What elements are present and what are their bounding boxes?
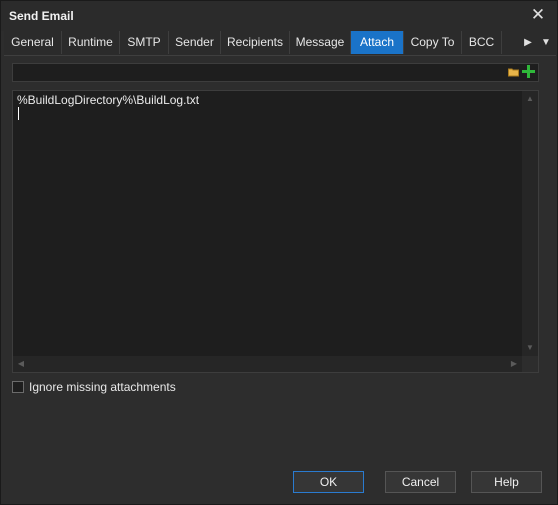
tab-scroll-right-icon[interactable]: ▶ xyxy=(521,31,535,54)
ignore-missing-checkbox[interactable] xyxy=(12,381,24,393)
tab-smtp[interactable]: SMTP xyxy=(120,31,169,54)
attachments-list-textarea[interactable]: %BuildLogDirectory%\BuildLog.txt ▲ ▼ ◀ ▶ xyxy=(12,90,539,373)
scroll-right-icon[interactable]: ▶ xyxy=(506,356,522,372)
vertical-scrollbar[interactable]: ▲ ▼ xyxy=(522,91,538,356)
tab-strip: General Runtime SMTP Sender Recipients M… xyxy=(4,31,556,56)
path-actions xyxy=(508,65,535,81)
scroll-up-icon[interactable]: ▲ xyxy=(522,91,538,107)
tab-attach[interactable]: Attach xyxy=(351,31,404,54)
tab-sender[interactable]: Sender xyxy=(169,31,221,54)
attach-panel: %BuildLogDirectory%\BuildLog.txt ▲ ▼ ◀ ▶… xyxy=(4,56,553,502)
window-title: Send Email xyxy=(9,9,74,23)
tab-bcc[interactable]: BCC xyxy=(462,31,502,54)
scrollbar-corner xyxy=(522,356,538,372)
attachment-path-input[interactable] xyxy=(12,63,539,82)
tab-message[interactable]: Message xyxy=(290,31,351,54)
scroll-left-icon[interactable]: ◀ xyxy=(13,356,29,372)
ok-button[interactable]: OK xyxy=(293,471,364,493)
text-caret xyxy=(18,107,19,120)
send-email-dialog: Send Email ✕ General Runtime SMTP Sender… xyxy=(0,0,558,505)
scroll-down-icon[interactable]: ▼ xyxy=(522,340,538,356)
tab-runtime[interactable]: Runtime xyxy=(62,31,120,54)
tab-recipients[interactable]: Recipients xyxy=(221,31,290,54)
attachment-entry: %BuildLogDirectory%\BuildLog.txt xyxy=(17,93,200,107)
folder-icon[interactable] xyxy=(508,66,519,80)
ignore-missing-label[interactable]: Ignore missing attachments xyxy=(29,380,176,394)
help-button[interactable]: Help xyxy=(471,471,542,493)
ignore-missing-option[interactable]: Ignore missing attachments xyxy=(12,379,176,395)
title-bar: Send Email ✕ xyxy=(1,1,557,31)
tab-copy-to[interactable]: Copy To xyxy=(404,31,462,54)
tab-general[interactable]: General xyxy=(4,31,62,54)
horizontal-scrollbar[interactable]: ◀ ▶ xyxy=(13,356,522,372)
cancel-button[interactable]: Cancel xyxy=(385,471,456,493)
close-icon[interactable]: ✕ xyxy=(529,6,547,24)
plus-icon[interactable] xyxy=(522,65,535,81)
tab-menu-icon[interactable]: ▼ xyxy=(539,31,553,54)
